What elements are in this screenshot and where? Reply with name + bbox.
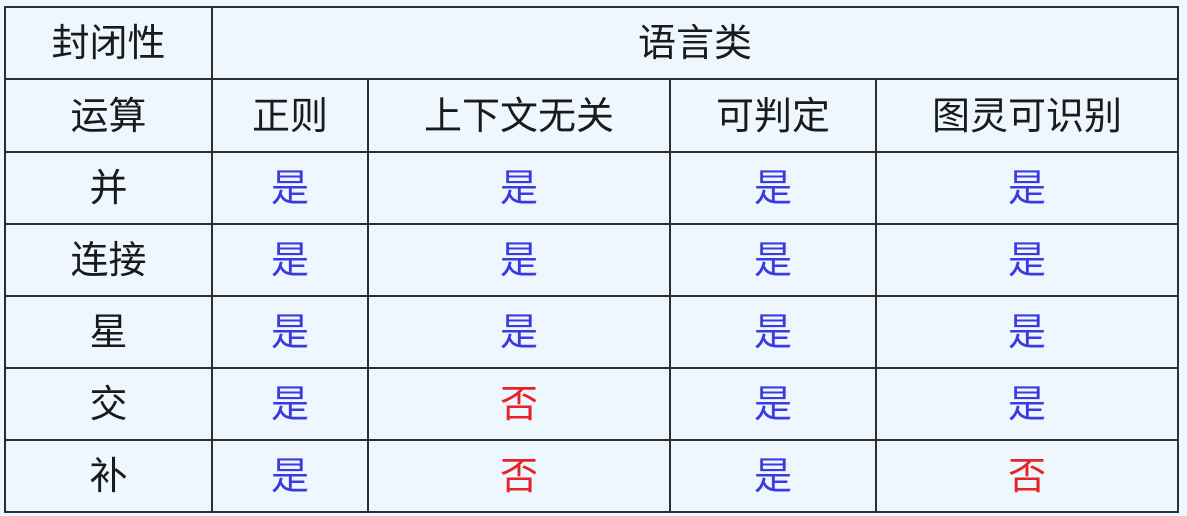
value-cell: 是 [669, 439, 877, 513]
operation-cell: 交 [4, 367, 213, 441]
column-header-regular: 正则 [211, 78, 369, 153]
operation-cell: 补 [4, 439, 213, 513]
operation-cell: 星 [4, 295, 213, 369]
value-cell: 是 [875, 151, 1179, 225]
column-header-decidable: 可判定 [669, 78, 877, 153]
table-row: 补 是 否 是 否 [4, 439, 1179, 513]
value-cell: 是 [669, 367, 877, 441]
value-cell: 是 [669, 223, 877, 297]
value-cell: 是 [211, 223, 369, 297]
column-header-context-free: 上下文无关 [367, 78, 671, 153]
table-row: 星 是 是 是 是 [4, 295, 1179, 369]
value-cell: 否 [367, 439, 671, 513]
value-cell: 是 [211, 439, 369, 513]
value-cell: 是 [367, 223, 671, 297]
column-header-turing-recognizable: 图灵可识别 [875, 78, 1179, 153]
header-row-group: 封闭性 语言类 [4, 6, 1179, 80]
closure-table-container: 封闭性 语言类 运算 正则 上下文无关 可判定 图灵可识别 并 是 是 是 是 … [4, 6, 1179, 513]
table-row: 连接 是 是 是 是 [4, 223, 1179, 297]
language-class-header: 语言类 [211, 6, 1179, 80]
value-cell: 是 [367, 295, 671, 369]
operation-cell: 并 [4, 151, 213, 225]
value-cell: 是 [211, 367, 369, 441]
value-cell: 是 [669, 151, 877, 225]
value-cell: 否 [875, 439, 1179, 513]
value-cell: 是 [875, 367, 1179, 441]
value-cell: 是 [875, 295, 1179, 369]
value-cell: 是 [875, 223, 1179, 297]
closure-properties-table: 封闭性 语言类 运算 正则 上下文无关 可判定 图灵可识别 并 是 是 是 是 … [4, 6, 1179, 513]
value-cell: 是 [211, 151, 369, 225]
table-row: 并 是 是 是 是 [4, 151, 1179, 225]
table-row: 交 是 否 是 是 [4, 367, 1179, 441]
corner-header: 封闭性 [4, 6, 213, 80]
value-cell: 是 [669, 295, 877, 369]
header-row-columns: 运算 正则 上下文无关 可判定 图灵可识别 [4, 78, 1179, 153]
value-cell: 是 [211, 295, 369, 369]
operation-header: 运算 [4, 78, 213, 153]
value-cell: 否 [367, 367, 671, 441]
value-cell: 是 [367, 151, 671, 225]
operation-cell: 连接 [4, 223, 213, 297]
